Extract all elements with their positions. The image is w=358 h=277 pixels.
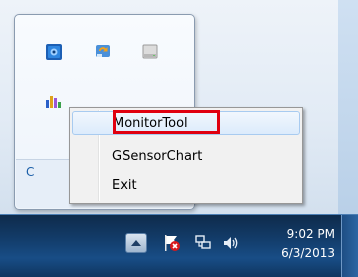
tray-context-menu: MonitorTool GSensorChart Exit xyxy=(69,107,303,204)
network-icon[interactable] xyxy=(194,234,212,252)
volume-icon[interactable] xyxy=(222,234,240,252)
menu-item-label: MonitorTool xyxy=(113,116,188,131)
chevron-up-icon xyxy=(131,240,141,246)
menu-item-gsensorchart[interactable]: GSensorChart xyxy=(72,145,300,169)
chart-app-icon[interactable] xyxy=(44,92,62,110)
menu-item-exit[interactable]: Exit xyxy=(72,174,300,198)
taskbar-clock[interactable]: 9:02 PM 6/3/2013 xyxy=(265,225,335,263)
clock-time: 9:02 PM xyxy=(286,227,335,241)
menu-item-monitortool[interactable]: MonitorTool xyxy=(72,111,300,135)
action-center-flag-icon[interactable] xyxy=(163,234,181,252)
network-app-icon[interactable] xyxy=(45,43,63,61)
drive-icon[interactable] xyxy=(141,43,159,61)
refresh-app-icon[interactable] xyxy=(94,42,112,60)
show-hidden-icons-button[interactable] xyxy=(125,233,147,253)
customize-link-partial[interactable]: C xyxy=(26,165,34,179)
clock-date: 6/3/2013 xyxy=(281,246,335,260)
show-desktop-button[interactable] xyxy=(341,215,358,277)
taskbar-top-edge xyxy=(0,214,358,215)
desktop-edge xyxy=(338,0,358,214)
menu-item-label: GSensorChart xyxy=(112,149,203,164)
menu-item-label: Exit xyxy=(112,178,137,193)
